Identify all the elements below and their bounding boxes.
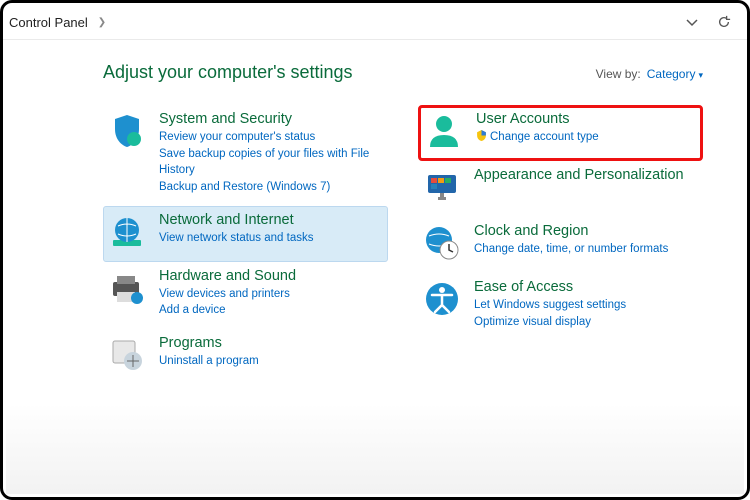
history-dropdown-button[interactable]	[679, 11, 705, 33]
refresh-icon	[717, 15, 731, 29]
refresh-button[interactable]	[711, 11, 737, 33]
category-link[interactable]: Change date, time, or number formats	[474, 241, 668, 258]
category-network-internet: Network and Internet View network status…	[103, 206, 388, 262]
category-hardware-sound: Hardware and Sound View devices and prin…	[103, 262, 388, 329]
category-link[interactable]: View devices and printers	[159, 286, 296, 303]
category-title[interactable]: Programs	[159, 335, 259, 351]
breadcrumb-root[interactable]: Control Panel	[9, 15, 88, 30]
page-title: Adjust your computer's settings	[103, 62, 596, 83]
category-system-security: System and Security Review your computer…	[103, 105, 388, 206]
category-link[interactable]: Save backup copies of your files with Fi…	[159, 146, 384, 179]
content-area: Adjust your computer's settings View by:…	[3, 40, 747, 395]
category-link[interactable]: Backup and Restore (Windows 7)	[159, 179, 384, 196]
monitor-icon	[422, 167, 462, 207]
programs-icon	[107, 335, 147, 375]
bottom-fade	[6, 404, 744, 494]
address-bar: Control Panel ❯	[3, 3, 747, 40]
category-link-text: Change account type	[490, 131, 599, 143]
category-ease-of-access: Ease of Access Let Windows suggest setti…	[418, 273, 703, 340]
category-title[interactable]: Clock and Region	[474, 223, 668, 239]
left-column: System and Security Review your computer…	[103, 105, 388, 385]
category-title[interactable]: Network and Internet	[159, 212, 313, 228]
breadcrumb-chevron-icon: ❯	[98, 17, 106, 28]
shield-icon	[107, 111, 147, 151]
category-clock-region: Clock and Region Change date, time, or n…	[418, 217, 703, 273]
category-link[interactable]: Uninstall a program	[159, 353, 259, 370]
category-user-accounts: User Accounts Change account type	[418, 105, 703, 161]
printer-icon	[107, 268, 147, 308]
category-title[interactable]: User Accounts	[476, 111, 599, 127]
category-title[interactable]: Hardware and Sound	[159, 268, 296, 284]
accessibility-icon	[422, 279, 462, 319]
category-link[interactable]: Optimize visual display	[474, 314, 626, 331]
viewby-value: Category	[647, 67, 696, 81]
category-link[interactable]: Change account type	[476, 129, 599, 146]
right-column: User Accounts Change account type Appear…	[418, 105, 703, 385]
clock-globe-icon	[422, 223, 462, 263]
uac-shield-icon	[476, 130, 487, 141]
category-title[interactable]: Appearance and Personalization	[474, 167, 684, 183]
category-link[interactable]: View network status and tasks	[159, 230, 313, 247]
category-programs: Programs Uninstall a program	[103, 329, 388, 385]
globe-icon	[107, 212, 147, 252]
category-link[interactable]: Add a device	[159, 302, 296, 319]
viewby-selector[interactable]: Category▾	[647, 67, 703, 81]
caret-down-icon: ▾	[698, 70, 703, 80]
category-link[interactable]: Let Windows suggest settings	[474, 297, 626, 314]
category-appearance: Appearance and Personalization	[418, 161, 703, 217]
category-title[interactable]: Ease of Access	[474, 279, 626, 295]
chevron-down-icon	[685, 15, 699, 29]
viewby-label: View by:	[596, 67, 641, 81]
user-icon	[424, 111, 464, 151]
category-link[interactable]: Review your computer's status	[159, 129, 384, 146]
category-title[interactable]: System and Security	[159, 111, 384, 127]
